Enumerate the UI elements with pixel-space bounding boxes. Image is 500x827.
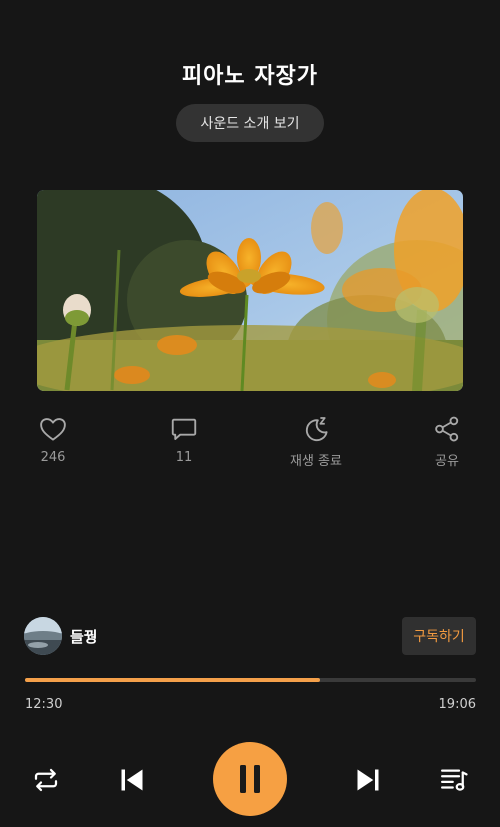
- avatar-image: [24, 617, 62, 655]
- sleep-timer-action[interactable]: 재생 종료: [271, 414, 361, 469]
- moon-sleep-icon: [305, 417, 328, 442]
- comment-count: 11: [175, 450, 193, 465]
- skip-previous-icon: [121, 769, 143, 791]
- like-action[interactable]: 246: [8, 414, 98, 465]
- sound-intro-button[interactable]: 사운드 소개 보기: [176, 104, 324, 142]
- flower-photo: [37, 190, 463, 391]
- skip-next-icon: [357, 769, 379, 791]
- playlist-icon: [441, 769, 468, 791]
- share-icon: [435, 416, 459, 442]
- playlist-button[interactable]: [436, 764, 472, 796]
- repeat-icon: [34, 768, 58, 792]
- avatar[interactable]: [24, 617, 62, 655]
- repeat-button[interactable]: [28, 764, 64, 796]
- creator-name[interactable]: 들꿩: [70, 626, 98, 647]
- share-action[interactable]: 공유: [402, 414, 492, 469]
- heart-icon: [40, 418, 66, 441]
- cover-image: [37, 190, 463, 391]
- like-count: 246: [40, 450, 66, 465]
- play-pause-button[interactable]: [213, 742, 287, 816]
- progress-fill: [25, 678, 320, 682]
- next-button[interactable]: [350, 762, 386, 798]
- comment-action[interactable]: 11: [139, 414, 229, 465]
- share-label: 공유: [435, 454, 459, 469]
- playback-controls: [0, 742, 500, 818]
- creator-row: 들꿩 구독하기: [24, 617, 476, 655]
- current-time: 12:30: [25, 697, 63, 712]
- comment-icon: [171, 418, 197, 440]
- sleep-timer-label: 재생 종료: [290, 454, 342, 469]
- action-bar: 246 11 재생 종료 공유: [0, 414, 500, 474]
- track-title: 피아노 자장가: [181, 64, 319, 89]
- previous-button[interactable]: [114, 762, 150, 798]
- pause-icon: [240, 765, 260, 793]
- progress-bar[interactable]: [25, 678, 476, 682]
- subscribe-button[interactable]: 구독하기: [402, 617, 476, 655]
- total-time: 19:06: [438, 697, 476, 712]
